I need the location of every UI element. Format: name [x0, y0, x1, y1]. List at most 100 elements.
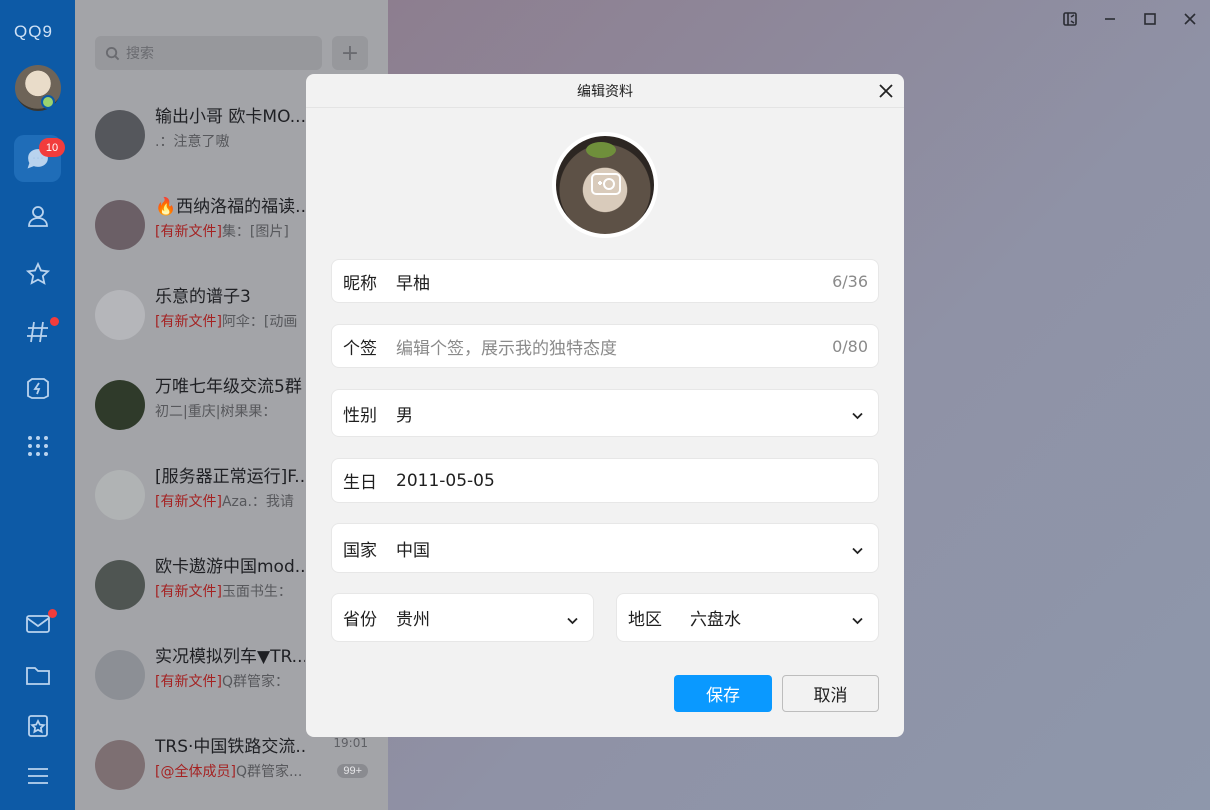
- chevron-down-icon: [851, 612, 864, 624]
- birthday-label: 生日: [343, 473, 377, 493]
- chevron-down-icon: [566, 612, 579, 624]
- pin-window-button[interactable]: [1059, 8, 1081, 30]
- chat-tag: [有新文件]: [155, 314, 222, 330]
- pin-window-icon: [1063, 12, 1077, 26]
- nav-favorites-star[interactable]: [14, 250, 61, 297]
- chat-time: 19:01: [333, 736, 368, 750]
- close-icon: [879, 84, 893, 98]
- game-icon: [26, 377, 49, 399]
- chat-tag: [有新文件]: [155, 674, 222, 690]
- nav-contacts[interactable]: [14, 192, 61, 239]
- country-select[interactable]: 国家 中国: [331, 523, 879, 573]
- nickname-label: 昵称: [343, 273, 377, 294]
- channel-icon: [26, 321, 48, 342]
- search-input[interactable]: 搜索: [95, 36, 322, 70]
- chat-tag: [@全体成员]: [155, 764, 236, 780]
- chat-avatar: [95, 470, 145, 520]
- signature-input[interactable]: 编辑个签，展示我的独特态度: [396, 334, 832, 359]
- province-value: 贵州: [396, 610, 430, 630]
- nav-collections[interactable]: [14, 702, 61, 749]
- region-select[interactable]: 地区 六盘水: [616, 593, 879, 642]
- province-label: 省份: [343, 610, 377, 630]
- minimize-icon: [1105, 18, 1115, 20]
- nav-mail[interactable]: [14, 600, 61, 647]
- nav-games[interactable]: [14, 364, 61, 411]
- chat-preview: [有新文件]阿伞：[动画: [155, 311, 305, 331]
- chat-title: 欧卡遨游中国mod...: [155, 557, 305, 577]
- chat-preview: [有新文件]玉面书生：: [155, 581, 305, 601]
- favorites-icon: [27, 714, 48, 737]
- app-logo: QQ9: [14, 22, 53, 41]
- chat-avatar: [95, 560, 145, 610]
- window-close-button[interactable]: [1179, 8, 1201, 30]
- profile-avatar-upload[interactable]: [552, 132, 658, 238]
- chat-title: 乐意的谱子3: [155, 287, 251, 307]
- chat-preview-text: .：注意了嗷: [155, 134, 230, 150]
- chat-title: TRS·中国铁路交流...: [155, 737, 305, 757]
- nickname-field[interactable]: 昵称 早柚 6/36: [331, 259, 879, 303]
- chat-preview-text: 阿伞：[动画: [221, 314, 298, 330]
- birthday-value: 2011-05-05: [396, 470, 495, 491]
- cancel-button[interactable]: 取消: [782, 675, 879, 712]
- signature-label: 个签: [343, 338, 377, 359]
- left-rail: QQ9 10: [0, 0, 75, 810]
- contacts-icon: [27, 205, 48, 227]
- star-icon: [25, 261, 50, 285]
- maximize-button[interactable]: [1139, 8, 1161, 30]
- country-value: 中国: [396, 540, 430, 561]
- nickname-value[interactable]: 早柚: [396, 269, 832, 294]
- region-value: 六盘水: [690, 610, 741, 630]
- dialog-title: 编辑资料: [306, 74, 904, 108]
- chat-preview: [有新文件]Aza.：我请: [155, 491, 305, 511]
- nav-apps[interactable]: [14, 422, 61, 469]
- unread-badge: 10: [39, 138, 65, 157]
- gender-select[interactable]: 性别 男: [331, 389, 879, 437]
- menu-icon: [27, 767, 48, 784]
- gender-label: 性别: [343, 405, 377, 426]
- chat-tag: [有新文件]: [155, 584, 222, 600]
- edit-profile-dialog: 编辑资料 昵称 早柚 6/36 个签 编辑个签，展示我的独特态度 0/80 性别…: [306, 74, 904, 737]
- chat-preview: .：注意了嗷: [155, 131, 305, 151]
- chat-title: 输出小哥 欧卡MO...: [155, 107, 305, 127]
- chat-unread-count: 99+: [337, 764, 368, 778]
- chat-avatar: [95, 740, 145, 790]
- chat-item[interactable]: TRS·中国铁路交流... [@全体成员]Q群管家... 19:01 99+: [75, 728, 388, 810]
- search-placeholder: 搜索: [126, 46, 154, 62]
- nav-menu[interactable]: [14, 752, 61, 799]
- chat-tag: [有新文件]: [155, 494, 222, 510]
- folder-icon: [25, 666, 50, 685]
- chat-tag: [有新文件]: [155, 224, 222, 240]
- add-button[interactable]: +: [332, 36, 368, 70]
- channels-red-dot: [50, 317, 59, 326]
- nav-channels[interactable]: [14, 308, 61, 355]
- chat-preview-text: Q群管家：: [221, 674, 289, 690]
- chat-preview: [@全体成员]Q群管家...: [155, 761, 305, 781]
- nickname-char-count: 6/36: [832, 271, 868, 291]
- search-icon: [105, 46, 120, 60]
- online-status-dot: [41, 95, 55, 109]
- chat-preview-text: Aza.：我请: [221, 494, 294, 510]
- birthday-field[interactable]: 生日 2011-05-05: [331, 458, 879, 503]
- province-select[interactable]: 省份 贵州: [331, 593, 594, 642]
- chat-title: 万唯七年级交流5群: [155, 377, 302, 397]
- chat-preview-text: Q群管家...: [235, 764, 303, 780]
- maximize-icon: [1144, 13, 1156, 25]
- mail-red-dot: [48, 609, 57, 618]
- chat-preview-text: 集：[图片]: [221, 224, 289, 240]
- close-icon: [1184, 13, 1196, 25]
- nav-files[interactable]: [14, 651, 61, 698]
- chat-preview: [有新文件]Q群管家：: [155, 671, 305, 691]
- chat-avatar: [95, 200, 145, 250]
- country-label: 国家: [343, 540, 377, 561]
- avatar-leaf-decoration: [586, 142, 616, 158]
- signature-field[interactable]: 个签 编辑个签，展示我的独特态度 0/80: [331, 324, 879, 368]
- save-button[interactable]: 保存: [674, 675, 772, 712]
- camera-icon: [590, 169, 622, 197]
- signature-char-count: 0/80: [832, 336, 868, 356]
- chevron-down-icon: [851, 407, 864, 420]
- minimize-button[interactable]: [1099, 8, 1121, 30]
- chat-preview: 初二|重庆|树果果：: [155, 401, 305, 421]
- dialog-close-button[interactable]: [874, 79, 898, 103]
- chat-title: 🔥西纳洛福的福读...: [155, 197, 305, 217]
- chat-preview-text: 初二|重庆|树果果：: [155, 404, 277, 420]
